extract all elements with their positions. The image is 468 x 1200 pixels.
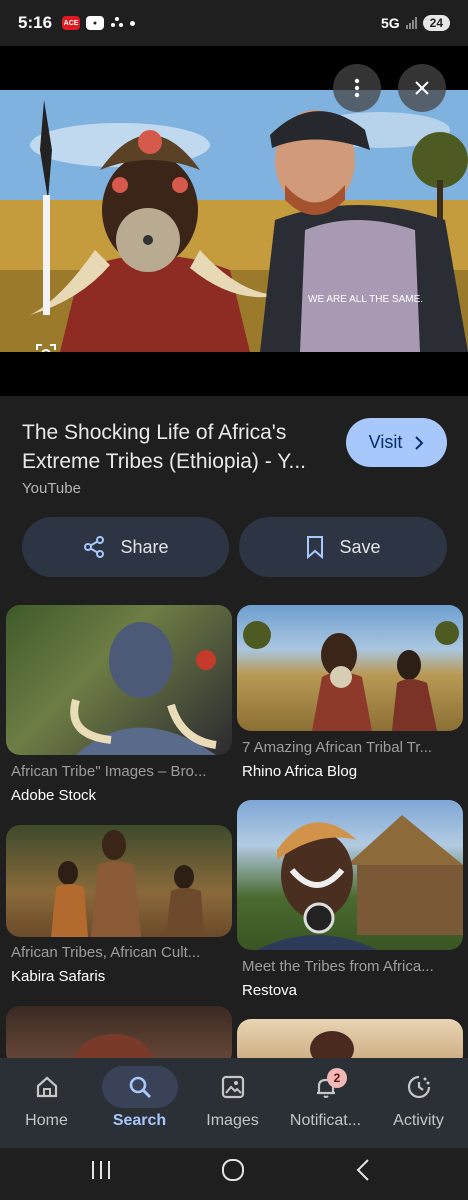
share-button[interactable]: Share — [22, 517, 229, 577]
nav-home-label: Home — [25, 1112, 68, 1129]
signal-icon — [405, 17, 417, 29]
save-button[interactable]: Save — [239, 517, 447, 577]
related-thumbnail[interactable] — [237, 800, 463, 950]
nav-activity-label: Activity — [393, 1112, 444, 1129]
result-source: YouTube — [22, 480, 81, 497]
lens-icon[interactable] — [34, 342, 58, 352]
system-nav-bar — [0, 1148, 468, 1200]
nav-activity[interactable]: Activity — [372, 1058, 465, 1148]
nav-images[interactable]: Images — [186, 1058, 279, 1148]
search-icon — [101, 1066, 178, 1108]
hero-image[interactable]: WE ARE ALL THE SAME. — [0, 90, 468, 352]
related-caption: African Tribe" Images – Bro... — [11, 763, 207, 780]
share-label: Share — [120, 536, 169, 557]
visit-button[interactable]: Visit — [346, 418, 447, 467]
bell-icon — [294, 1066, 358, 1108]
status-right: 5G 24 — [381, 15, 450, 31]
nav-search[interactable]: Search — [93, 1058, 186, 1148]
notification-badge: 2 — [327, 1068, 347, 1088]
images-icon — [201, 1066, 265, 1108]
more-options-button[interactable] — [333, 64, 381, 112]
more-vert-icon — [354, 78, 360, 98]
chevron-right-icon — [415, 435, 424, 450]
related-source[interactable]: Adobe Stock — [11, 787, 96, 804]
related-caption: Meet the Tribes from Africa... — [242, 958, 434, 975]
nav-search-label: Search — [112, 1112, 167, 1129]
bottom-nav: Home Search Images 2 Notificat... Activi… — [0, 1058, 468, 1148]
close-icon — [415, 81, 429, 95]
svg-text:WE ARE ALL THE SAME.: WE ARE ALL THE SAME. — [308, 294, 423, 305]
related-caption: African Tribes, African Cult... — [11, 944, 201, 961]
related-thumbnail[interactable] — [6, 825, 232, 937]
related-thumbnail[interactable] — [237, 605, 463, 731]
visit-label: Visit — [368, 432, 403, 452]
bookmark-icon — [307, 536, 324, 559]
back-icon[interactable] — [355, 1158, 371, 1182]
hero-illustration: WE ARE ALL THE SAME. — [0, 90, 468, 352]
close-button[interactable] — [398, 64, 446, 112]
related-thumbnail[interactable] — [6, 605, 232, 755]
related-source[interactable]: Restova — [242, 982, 297, 999]
related-source[interactable]: Kabira Safaris — [11, 968, 105, 985]
thumbnail-illustration — [70, 622, 217, 755]
pinwheel-icon — [111, 17, 124, 27]
related-caption: 7 Amazing African Tribal Tr... — [242, 739, 433, 756]
save-label: Save — [339, 536, 381, 557]
result-title[interactable]: The Shocking Life of Africa's Extreme Tr… — [22, 418, 340, 476]
thumbnail-illustration — [243, 621, 459, 731]
nav-notifications[interactable]: 2 Notificat... — [279, 1058, 372, 1148]
home-circle-icon[interactable] — [220, 1157, 246, 1183]
status-time: 5:16 — [18, 13, 53, 32]
status-app-icons: ACE ● — [62, 16, 136, 30]
nav-images-label: Images — [206, 1112, 259, 1129]
thumbnail-illustration — [257, 815, 463, 950]
thumbnail-illustration — [51, 830, 204, 937]
home-icon — [15, 1066, 79, 1108]
nav-notifications-label: Notificat... — [289, 1112, 362, 1129]
recent-apps-icon[interactable] — [89, 1159, 113, 1181]
related-source[interactable]: Rhino Africa Blog — [242, 763, 357, 780]
share-icon — [84, 536, 105, 558]
thumbnail-illustration — [74, 1034, 154, 1066]
related-thumbnail[interactable] — [6, 1006, 232, 1066]
network-label: 5G — [380, 15, 400, 31]
dot-icon — [130, 20, 136, 26]
news-icon: ● — [86, 16, 105, 30]
status-bar: 5:16 ACE ● 5G 24 — [0, 0, 468, 46]
nav-home[interactable]: Home — [0, 1058, 93, 1148]
battery-indicator: 24 — [422, 15, 450, 31]
activity-icon — [387, 1066, 451, 1108]
ace-icon: ACE — [62, 16, 81, 30]
